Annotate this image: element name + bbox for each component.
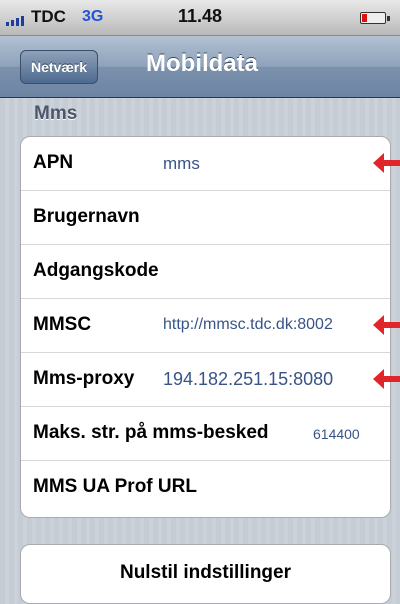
apn-value[interactable]: mms (163, 154, 200, 174)
battery-icon (360, 12, 390, 24)
mmsc-value[interactable]: http://mmsc.tdc.dk:8002 (163, 316, 333, 334)
red-arrow-icon (373, 315, 400, 335)
password-label: Adgangskode (33, 260, 159, 281)
status-bar: TDC 3G 11.48 (0, 0, 400, 36)
mmsc-label: MMSC (33, 314, 92, 335)
mms-ua-prof-url-row[interactable]: MMS UA Prof URL (21, 461, 390, 515)
red-arrow-icon (373, 369, 400, 389)
password-row[interactable]: Adgangskode (21, 245, 390, 299)
section-header-mms: Mms (34, 103, 78, 124)
mms-proxy-label: Mms-proxy (33, 368, 135, 389)
reset-settings-button[interactable]: Nulstil indstillinger (20, 544, 391, 604)
max-mms-size-label: Maks. str. på mms-besked (33, 422, 269, 443)
back-button-label: Netværk (31, 59, 88, 75)
apn-label: APN (33, 152, 74, 173)
signal-icon (6, 14, 28, 26)
status-time: 11.48 (178, 6, 223, 26)
mmsc-row[interactable]: MMSC http://mmsc.tdc.dk:8002 (21, 299, 390, 353)
mms-proxy-row[interactable]: Mms-proxy 194.182.251.15:8080 (21, 353, 390, 407)
mms-ua-prof-url-label: MMS UA Prof URL (33, 476, 197, 497)
carrier-name: TDC (31, 7, 66, 26)
back-button[interactable]: Netværk (20, 50, 99, 84)
mms-settings-group: APN mms Brugernavn Adgangskode MMSC http… (20, 136, 391, 518)
page-title: Mobildata (146, 50, 258, 77)
max-mms-size-value[interactable]: 614400 (313, 426, 360, 442)
mms-proxy-value[interactable]: 194.182.251.15:8080 (163, 369, 333, 390)
apn-row[interactable]: APN mms (21, 137, 390, 191)
max-mms-size-row[interactable]: Maks. str. på mms-besked 614400 (21, 407, 390, 461)
network-type: 3G (82, 8, 104, 25)
username-label: Brugernavn (33, 206, 140, 227)
red-arrow-icon (373, 153, 400, 173)
navigation-bar: Netværk Mobildata (0, 36, 400, 98)
username-row[interactable]: Brugernavn (21, 191, 390, 245)
